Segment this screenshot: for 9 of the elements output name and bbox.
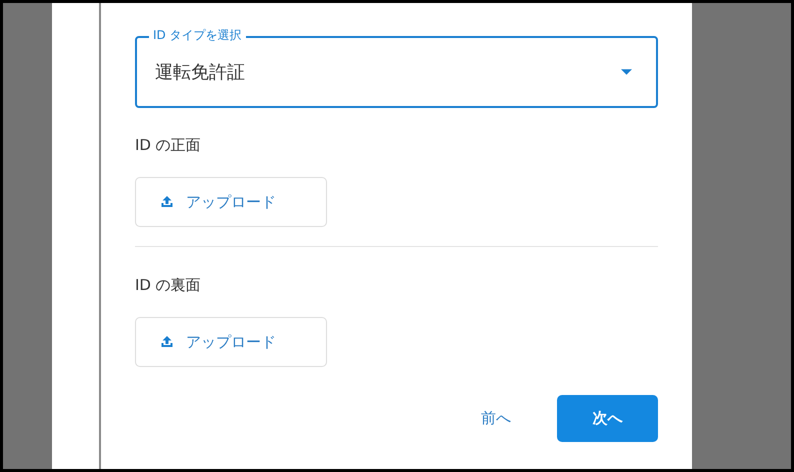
section-label: ID の裏面 — [135, 276, 202, 295]
section-label: ID の正面 — [135, 136, 202, 155]
next-button[interactable]: 次へ — [557, 395, 658, 442]
field-label: ID タイプを選択 — [149, 27, 246, 43]
upload-button[interactable]: アップロード — [135, 177, 327, 227]
upload-icon — [160, 335, 174, 349]
upload-icon — [160, 195, 174, 209]
caret-icon — [621, 69, 632, 75]
upload-button[interactable]: アップロード — [135, 317, 327, 367]
